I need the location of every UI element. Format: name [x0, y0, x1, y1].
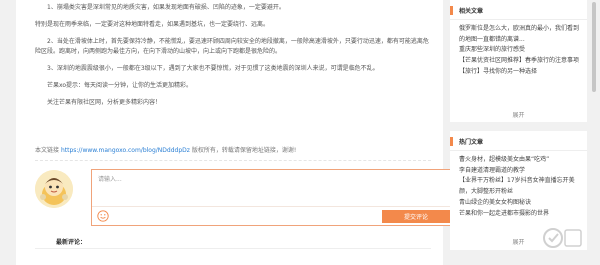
divider	[35, 160, 431, 161]
widget-title: 相关文章	[459, 8, 484, 15]
source-prefix: 本文链接	[35, 147, 60, 154]
accent-bar	[450, 137, 453, 146]
hot-list: 曹火身材，超模级美女由果“吃鸡” 李自建道清理霸道的教学 【业界干万粉丝】17岁…	[450, 151, 587, 219]
article-panel: 1、崩塌类灾害是深圳常见的地质灾害，如果发现地面有破损、凹陷的迹象，一定要避开。…	[16, 0, 455, 265]
list-item[interactable]: 重庆那些深圳的旅行感受	[459, 45, 581, 56]
article-paragraph: 1、崩塌类灾害是深圳常见的地质灾害，如果发现地面有破损、凹陷的迹象，一定要避开。	[47, 4, 285, 11]
smiley-icon[interactable]	[97, 210, 109, 222]
list-item[interactable]: 【旅行】寻找你的另一种选择	[459, 67, 581, 78]
avatar	[35, 170, 73, 208]
article-source: 本文链接 https://www.mangoxo.com/blog/NDdddp…	[35, 145, 296, 154]
related-list: 俄罗斯位是怎么大，欧洲真的最小，我们看到的地图一直都错的离谱... 重庆那些深圳…	[450, 20, 587, 78]
article-follow-note: 关注芒果有限社区网，分析更多精彩内容！	[47, 98, 162, 106]
article-paragraph: 特别是现在雨季来临，一定要对这种地面特看走，如果遇到基坑，也一定要绕行、远离。	[35, 20, 270, 28]
source-suffix: 版权所有，转载请保留地址链接，谢谢!	[191, 147, 297, 154]
list-item[interactable]: 俄罗斯位是怎么大，欧洲真的最小，我们看到的地图一直都错的离谱...	[459, 24, 581, 45]
scrollbar-thumb[interactable]	[592, 2, 596, 92]
related-articles-widget: 相关文章 俄罗斯位是怎么大，欧洲真的最小，我们看到的地图一直都错的离谱... 重…	[450, 0, 587, 122]
article-paragraph: 3、深圳的地震震级很小，一般都在3级以下，遇到了大家也不要惊慌，对于见惯了这类地…	[47, 65, 379, 73]
comment-input[interactable]	[92, 170, 454, 206]
source-link[interactable]: https://www.mangoxo.com/blog/NDdddpDz	[61, 147, 190, 154]
list-item[interactable]: 李自建道清理霸道的教学	[459, 166, 581, 177]
article-paragraph: 2、当处在滑坡体上时，首先要保持冷静，不能慌乱，要迅速环顾四周向较安全的地段撤离…	[35, 37, 429, 56]
list-item[interactable]: 芒果和你一起走进都市摄影的世界	[459, 209, 581, 220]
expand-button[interactable]: 展开	[450, 110, 587, 119]
latest-comments-label: 最新评论：	[56, 239, 87, 246]
article-tip: 芒果xo提示：每天阅读一分钟，让你的生活更加精彩。	[47, 81, 193, 89]
comment-box: 提交评论	[91, 169, 455, 226]
list-item[interactable]: 【业界干万粉丝】17岁抖音女神直播忘开美颜，大脚整形开粉丝	[459, 176, 581, 197]
watermark-logo	[541, 219, 583, 257]
list-item[interactable]: 青山绿企的美女女构图秘诀	[459, 198, 581, 209]
submit-comment-button[interactable]: 提交评论	[382, 210, 450, 223]
widget-header: 相关文章	[450, 0, 587, 20]
comment-toolbar: 提交评论	[92, 206, 454, 225]
list-item[interactable]: 【芒果优资社区网推荐】春季旅行的注意事项	[459, 56, 581, 67]
list-item[interactable]: 曹火身材，超模级美女由果“吃鸡”	[459, 155, 581, 166]
accent-bar	[450, 6, 453, 15]
scrollbar[interactable]	[591, 0, 597, 265]
widget-title: 热门文章	[459, 139, 484, 146]
divider	[35, 248, 431, 249]
article-body: 1、崩塌类灾害是深圳常见的地质灾害，如果发现地面有破损、凹陷的迹象，一定要避开。…	[16, 0, 443, 109]
widget-header: 热门文章	[450, 131, 587, 151]
